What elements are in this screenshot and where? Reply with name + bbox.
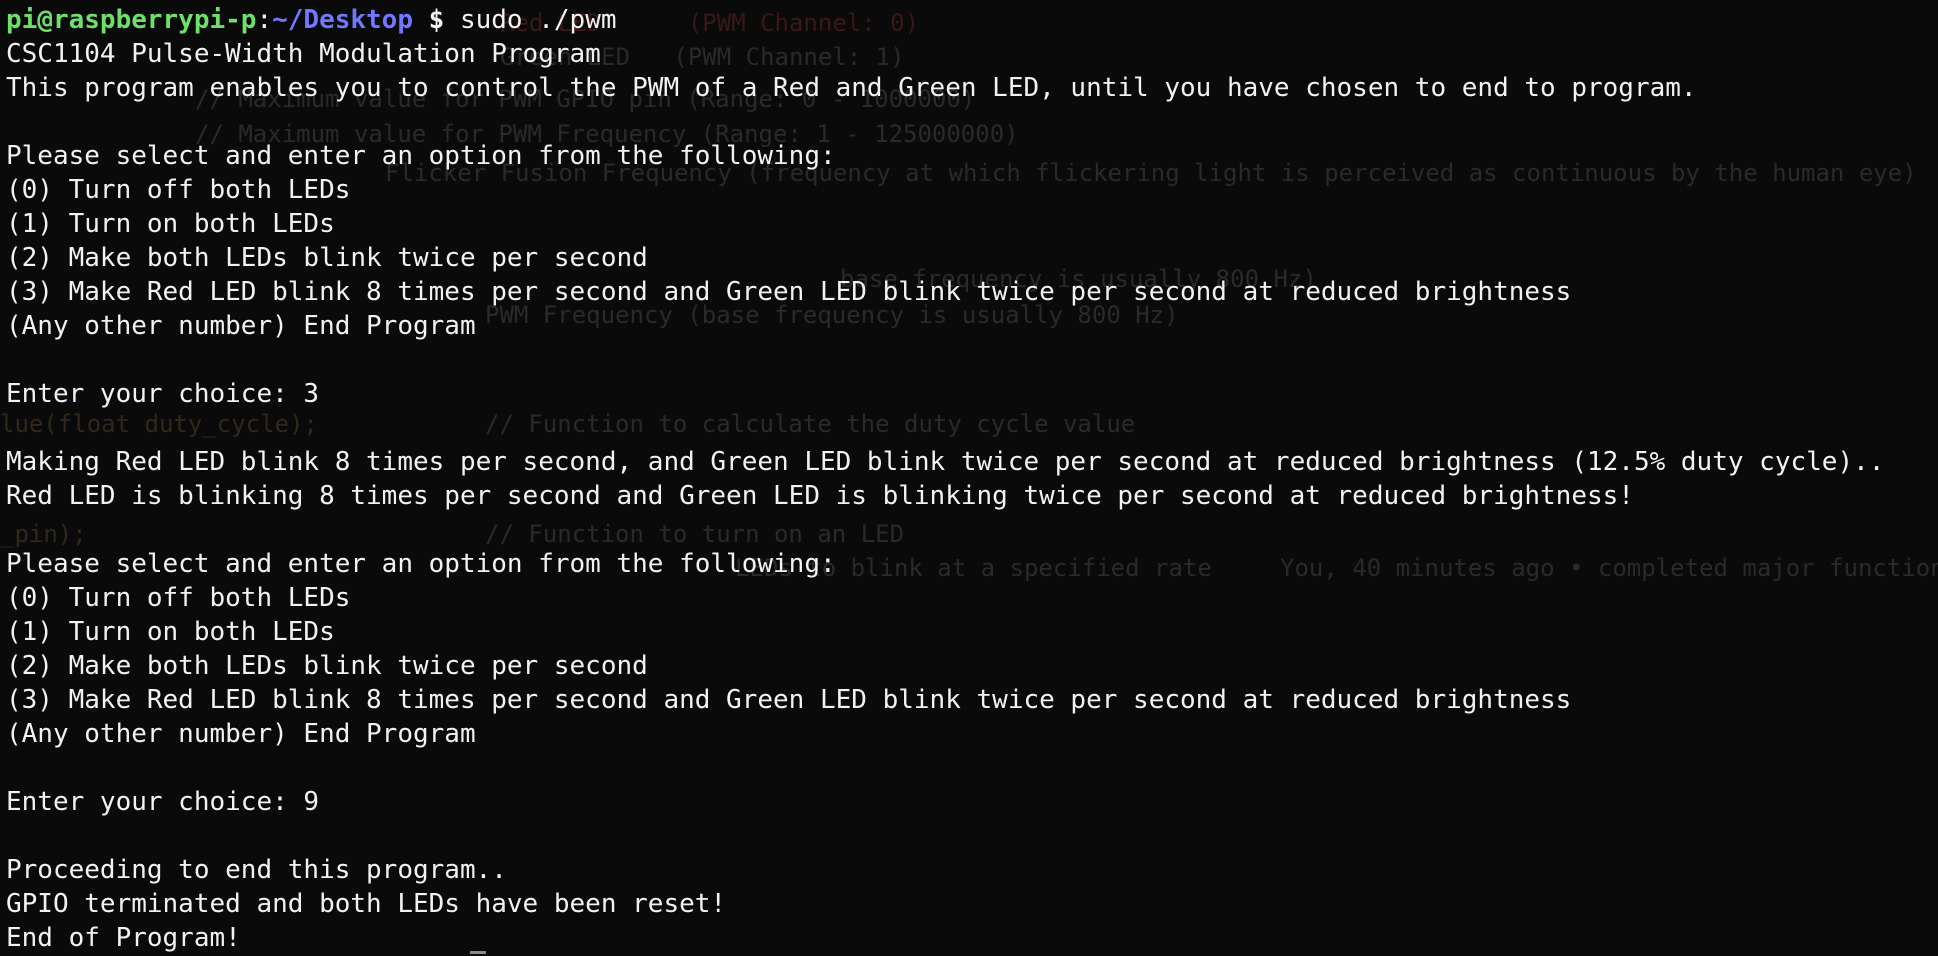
menu-heading: Please select and enter an option from t… — [6, 549, 836, 579]
status-message: GPIO terminated and both LEDs have been … — [6, 889, 727, 919]
text-cursor — [470, 951, 486, 954]
status-message: Making Red LED blink 8 times per second,… — [6, 447, 1885, 477]
blank-line — [6, 819, 1934, 853]
blank-line — [6, 105, 1934, 139]
choice-input-line: Enter your choice: 3 — [6, 379, 320, 409]
status-message: End of Program! — [6, 923, 241, 953]
program-description-line: This program enables you to control the … — [6, 73, 1697, 103]
menu-option: (3) Make Red LED blink 8 times per secon… — [6, 277, 1572, 307]
menu-option: (2) Make both LEDs blink twice per secon… — [6, 243, 648, 273]
blank-line — [6, 343, 1934, 377]
menu-option: (3) Make Red LED blink 8 times per secon… — [6, 685, 1572, 715]
blank-line — [6, 513, 1934, 547]
menu-option: (Any other number) End Program — [6, 719, 476, 749]
prompt-path: ~/Desktop — [272, 5, 413, 35]
menu-heading: Please select and enter an option from t… — [6, 141, 836, 171]
blank-line — [6, 411, 1934, 445]
menu-option: (1) Turn on both LEDs — [6, 617, 335, 647]
blank-line — [6, 751, 1934, 785]
menu-option: (2) Make both LEDs blink twice per secon… — [6, 651, 648, 681]
prompt-command: sudo ./pwm — [444, 5, 617, 35]
prompt-user-host: pi@raspberrypi-p — [6, 5, 257, 35]
status-message: Proceeding to end this program.. — [6, 855, 507, 885]
program-title-line: CSC1104 Pulse-Width Modulation Program — [6, 39, 601, 69]
menu-option: (1) Turn on both LEDs — [6, 209, 335, 239]
prompt-separator: : — [256, 5, 273, 35]
menu-option: (0) Turn off both LEDs — [6, 583, 351, 613]
command-prompt-line: pi@raspberrypi-p:~/Desktop $ sudo ./pwm — [6, 3, 1934, 37]
status-message: Red LED is blinking 8 times per second a… — [6, 481, 1634, 511]
choice-input-line: Enter your choice: 9 — [6, 787, 320, 817]
terminal-output: pi@raspberrypi-p:~/Desktop $ sudo ./pwm … — [6, 3, 1934, 955]
prompt-symbol: $ — [413, 5, 445, 35]
terminal-window[interactable]: Red LED (PWM Channel: 0) Green LED (PWM … — [0, 0, 1938, 956]
menu-option: (0) Turn off both LEDs — [6, 175, 351, 205]
menu-option: (Any other number) End Program — [6, 311, 476, 341]
